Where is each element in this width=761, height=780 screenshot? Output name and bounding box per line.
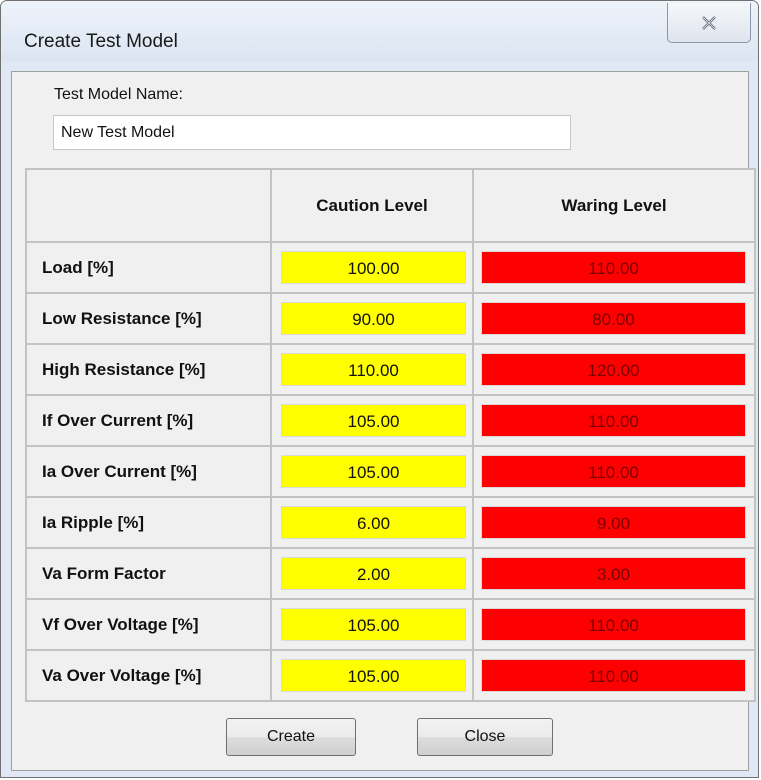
- warning-cell: 9.00: [472, 496, 756, 549]
- caution-cell: 6.00: [270, 496, 474, 549]
- warning-level-input[interactable]: 80.00: [481, 302, 746, 335]
- caution-level-input[interactable]: 105.00: [281, 455, 466, 488]
- warning-cell: 110.00: [472, 445, 756, 498]
- warning-cell: 110.00: [472, 649, 756, 702]
- warning-level-input[interactable]: 110.00: [481, 608, 746, 641]
- caution-cell: 105.00: [270, 445, 474, 498]
- table-row: Vf Over Voltage [%] 105.00 110.00: [25, 598, 756, 651]
- row-label: Vf Over Voltage [%]: [25, 598, 272, 651]
- warning-cell: 110.00: [472, 394, 756, 447]
- warning-cell: 110.00: [472, 241, 756, 294]
- test-model-name-input[interactable]: New Test Model: [53, 115, 571, 150]
- caution-level-input[interactable]: 105.00: [281, 404, 466, 437]
- close-button[interactable]: Close: [417, 718, 553, 756]
- table-row: Va Form Factor 2.00 3.00: [25, 547, 756, 600]
- row-label: Load [%]: [25, 241, 272, 294]
- table-row: Load [%] 100.00 110.00: [25, 241, 756, 294]
- window-close-button[interactable]: [667, 3, 751, 43]
- caution-level-input[interactable]: 105.00: [281, 659, 466, 692]
- caution-cell: 105.00: [270, 598, 474, 651]
- caution-level-input[interactable]: 100.00: [281, 251, 466, 284]
- create-button[interactable]: Create: [226, 718, 356, 756]
- row-label: High Resistance [%]: [25, 343, 272, 396]
- caution-level-input[interactable]: 2.00: [281, 557, 466, 590]
- table-row: High Resistance [%] 110.00 120.00: [25, 343, 756, 396]
- warning-level-input[interactable]: 110.00: [481, 455, 746, 488]
- warning-level-input[interactable]: 110.00: [481, 659, 746, 692]
- caution-level-input[interactable]: 105.00: [281, 608, 466, 641]
- caution-level-input[interactable]: 90.00: [281, 302, 466, 335]
- table-header-row: Caution Level Waring Level: [25, 168, 756, 243]
- row-label: If Over Current [%]: [25, 394, 272, 447]
- table-row: Ia Over Current [%] 105.00 110.00: [25, 445, 756, 498]
- warning-level-input[interactable]: 9.00: [481, 506, 746, 539]
- warning-cell: 110.00: [472, 598, 756, 651]
- caution-cell: 105.00: [270, 394, 474, 447]
- warning-level-input[interactable]: 110.00: [481, 404, 746, 437]
- warning-cell: 120.00: [472, 343, 756, 396]
- warning-cell: 80.00: [472, 292, 756, 345]
- threshold-table: Caution Level Waring Level Load [%] 100.0…: [25, 168, 756, 702]
- table-row: Va Over Voltage [%] 105.00 110.00: [25, 649, 756, 702]
- table-row: Ia Ripple [%] 6.00 9.00: [25, 496, 756, 549]
- caution-cell: 105.00: [270, 649, 474, 702]
- caution-cell: 110.00: [270, 343, 474, 396]
- header-caution-level: Caution Level: [270, 168, 474, 243]
- row-label: Va Form Factor: [25, 547, 272, 600]
- warning-cell: 3.00: [472, 547, 756, 600]
- window-title: Create Test Model: [24, 31, 178, 52]
- close-icon: [701, 15, 717, 30]
- caution-level-input[interactable]: 6.00: [281, 506, 466, 539]
- row-label: Ia Ripple [%]: [25, 496, 272, 549]
- caution-cell: 90.00: [270, 292, 474, 345]
- caution-level-input[interactable]: 110.00: [281, 353, 466, 386]
- caution-cell: 2.00: [270, 547, 474, 600]
- row-label: Va Over Voltage [%]: [25, 649, 272, 702]
- header-corner: [25, 168, 272, 243]
- warning-level-input[interactable]: 110.00: [481, 251, 746, 284]
- table-row: If Over Current [%] 105.00 110.00: [25, 394, 756, 447]
- warning-level-input[interactable]: 120.00: [481, 353, 746, 386]
- test-model-name-label: Test Model Name:: [54, 86, 183, 103]
- table-row: Low Resistance [%] 90.00 80.00: [25, 292, 756, 345]
- warning-level-input[interactable]: 3.00: [481, 557, 746, 590]
- row-label: Low Resistance [%]: [25, 292, 272, 345]
- caution-cell: 100.00: [270, 241, 474, 294]
- header-warning-level: Waring Level: [472, 168, 756, 243]
- row-label: Ia Over Current [%]: [25, 445, 272, 498]
